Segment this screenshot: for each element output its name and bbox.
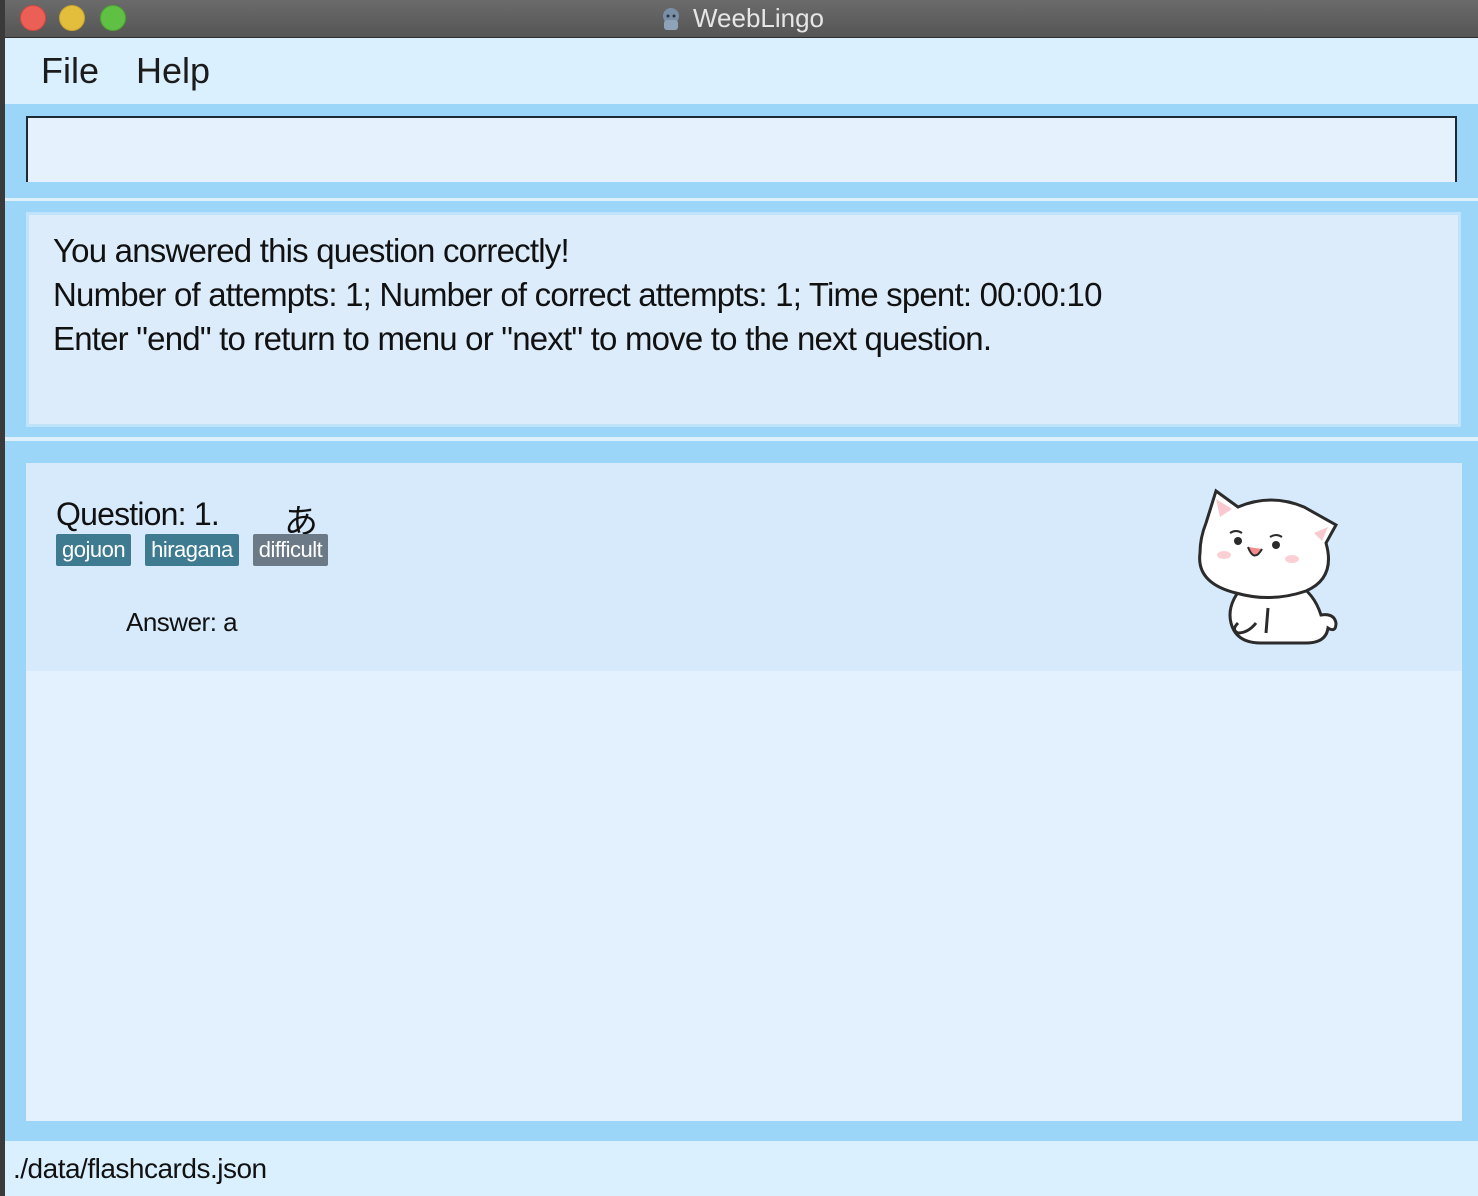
- menu-help[interactable]: Help: [136, 50, 210, 92]
- flashcard-list[interactable]: Question: 1. あ gojuon hiragana difficult…: [26, 463, 1462, 1121]
- app-window: WeebLingo File Help You answered this qu…: [5, 0, 1478, 1196]
- result-message-line: You answered this question correctly!: [53, 232, 570, 269]
- answer-text: Answer: a: [126, 607, 238, 637]
- cat-mascot-icon: [1198, 488, 1339, 645]
- tag-hiragana: hiragana: [145, 534, 239, 566]
- result-display: You answered this question correctly! Nu…: [26, 212, 1461, 427]
- question-label: Question: 1.: [56, 496, 220, 532]
- app-logo-icon: [662, 7, 679, 30]
- data-file-path: ./data/flashcards.json: [13, 1153, 267, 1184]
- tag-gojuon: gojuon: [56, 534, 132, 566]
- flashcard-item[interactable]: Question: 1. あ gojuon hiragana difficult…: [26, 463, 1462, 671]
- menu-bar: File Help: [5, 38, 1478, 104]
- tag-difficult: difficult: [252, 534, 329, 566]
- window-title: WeebLingo: [692, 3, 825, 33]
- tag-list: gojuon hiragana difficult: [56, 534, 329, 566]
- result-instructions-line: Enter "end" to return to menu or "next" …: [53, 320, 992, 357]
- result-stats-line: Number of attempts: 1; Number of correct…: [53, 276, 1102, 313]
- menu-file[interactable]: File: [41, 50, 99, 92]
- status-bar: ./data/flashcards.json: [5, 1141, 1478, 1196]
- title-bar[interactable]: WeebLingo: [5, 0, 1478, 38]
- command-input[interactable]: [26, 116, 1457, 182]
